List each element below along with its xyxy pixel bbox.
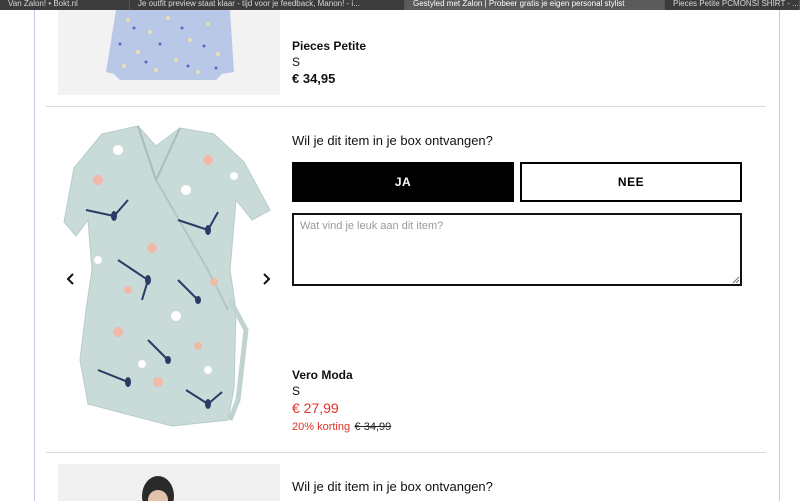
receive-question: Wil je dit item in je box ontvangen? xyxy=(292,479,493,494)
product-image-wrap-top[interactable] xyxy=(58,120,280,438)
chevron-left-icon xyxy=(66,273,74,285)
carousel-next-button[interactable] xyxy=(254,267,278,291)
browser-tab[interactable]: Van Zalon! • Bokt.nl xyxy=(0,0,130,10)
discount-label: 20% korting xyxy=(292,421,351,433)
browser-tab[interactable]: Pieces Petite PCMONSI SHIRT - ... xyxy=(665,0,800,10)
item-divider xyxy=(46,106,766,107)
comment-textarea[interactable] xyxy=(292,213,742,286)
product-size: S xyxy=(292,384,301,398)
chevron-right-icon xyxy=(263,273,271,285)
product-price: € 34,95 xyxy=(292,71,336,86)
no-button[interactable]: NEE xyxy=(520,162,742,202)
product-brand: Vero Moda xyxy=(292,368,353,382)
yes-button[interactable]: JA xyxy=(292,162,514,202)
browser-tab-strip: Van Zalon! • Bokt.nl Je outfit preview s… xyxy=(0,0,800,10)
receive-question: Wil je dit item in je box ontvangen? xyxy=(292,133,493,148)
product-image-blouse[interactable] xyxy=(58,10,280,95)
product-brand: Pieces Petite xyxy=(292,39,367,53)
product-size: S xyxy=(292,55,301,69)
item-divider xyxy=(46,452,766,453)
price-discount-row: 20% korting € 34,99 xyxy=(292,417,391,435)
product-image-model[interactable] xyxy=(58,464,280,501)
resize-grip-icon[interactable] xyxy=(732,276,740,284)
browser-tab-active[interactable]: Gestyled met Zalon | Probeer gratis je e… xyxy=(405,0,665,10)
carousel-prev-button[interactable] xyxy=(59,267,83,291)
browser-tab[interactable]: Je outfit preview staat klaar - tijd voo… xyxy=(130,0,405,10)
old-price: € 34,99 xyxy=(354,421,392,433)
product-sale-price: € 27,99 xyxy=(292,400,339,416)
